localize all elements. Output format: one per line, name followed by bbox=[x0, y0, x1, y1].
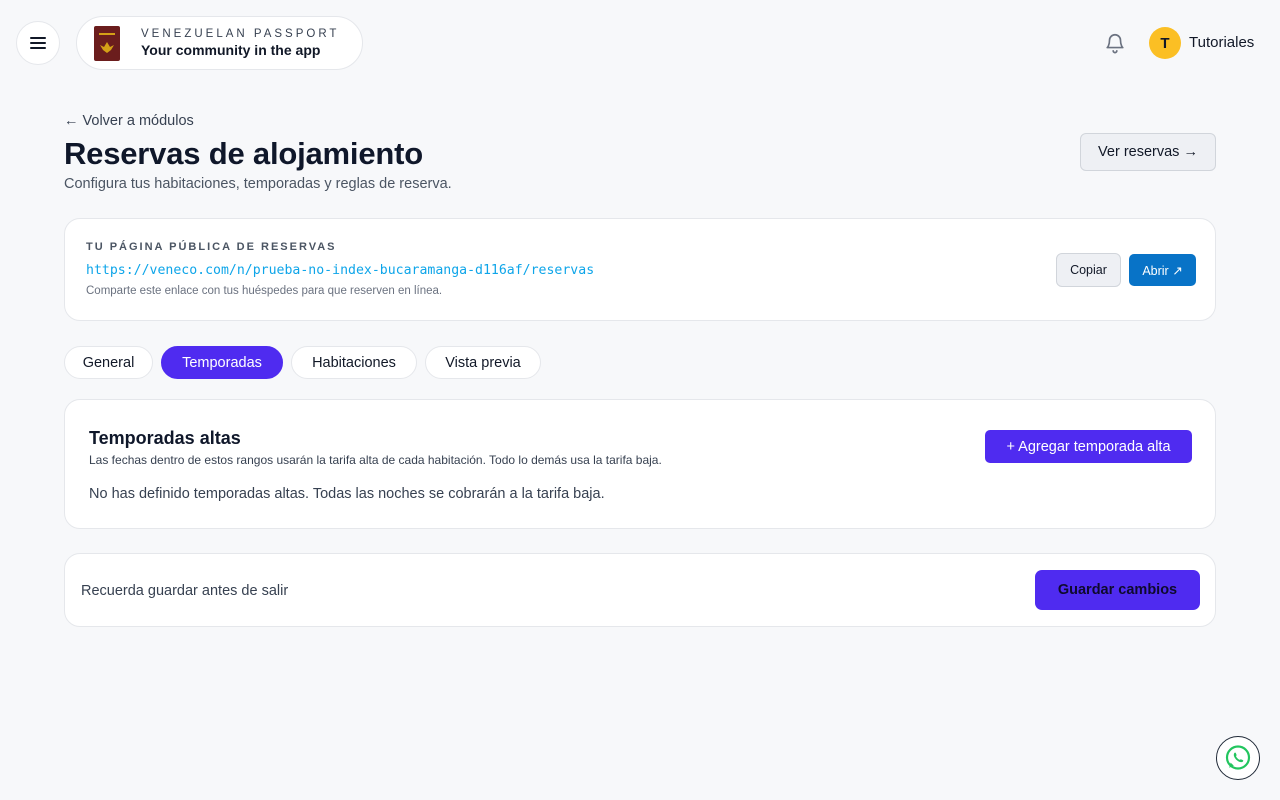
user-name[interactable]: Tutoriales bbox=[1189, 34, 1254, 51]
page-title: Reservas de alojamiento bbox=[64, 136, 423, 171]
save-hint: Recuerda guardar antes de salir bbox=[81, 583, 289, 599]
brand-pill[interactable]: VENEZUELAN PASSPORT Your community in th… bbox=[76, 16, 363, 70]
high-seasons-empty-message: No has definido temporadas altas. Todas … bbox=[89, 486, 605, 502]
save-button[interactable]: Guardar cambios bbox=[1035, 570, 1200, 610]
tab-habitaciones[interactable]: Habitaciones bbox=[291, 346, 417, 379]
copy-button[interactable]: Copiar bbox=[1056, 253, 1121, 287]
passport-logo bbox=[94, 25, 120, 61]
public-page-hint: Comparte este enlace con tus huéspedes p… bbox=[86, 285, 443, 297]
open-button[interactable]: Abrir ↗ bbox=[1129, 254, 1196, 286]
ver-reservas-button[interactable]: Ver reservas → bbox=[1080, 133, 1216, 171]
high-seasons-description: Las fechas dentro de estos rangos usarán… bbox=[89, 453, 662, 467]
whatsapp-icon bbox=[1225, 745, 1251, 770]
tab-temporadas[interactable]: Temporadas bbox=[161, 346, 283, 379]
public-page-url[interactable]: https://veneco.com/n/prueba-no-index-buc… bbox=[86, 263, 594, 278]
brand-kicker: VENEZUELAN PASSPORT bbox=[141, 28, 340, 40]
public-page-label: TU PÁGINA PÚBLICA DE RESERVAS bbox=[86, 241, 337, 253]
brand-subtitle: Your community in the app bbox=[141, 42, 321, 58]
top-bar: VENEZUELAN PASSPORT Your community in th… bbox=[0, 0, 1280, 86]
add-high-season-button[interactable]: + Agregar temporada alta bbox=[985, 430, 1192, 463]
high-seasons-title: Temporadas altas bbox=[89, 428, 241, 448]
menu-button[interactable] bbox=[16, 21, 60, 65]
save-bar: Recuerda guardar antes de salir Guardar … bbox=[64, 553, 1216, 627]
hamburger-menu-icon bbox=[30, 37, 46, 49]
whatsapp-button[interactable] bbox=[1216, 736, 1260, 780]
tab-general[interactable]: General bbox=[64, 346, 153, 379]
back-link[interactable]: ← Volver a módulos bbox=[64, 113, 194, 129]
high-seasons-card: Temporadas altas Las fechas dentro de es… bbox=[64, 399, 1216, 529]
bell-icon[interactable] bbox=[1104, 32, 1126, 54]
tab-vista-previa[interactable]: Vista previa bbox=[425, 346, 541, 379]
avatar[interactable]: T bbox=[1149, 27, 1181, 59]
page-subtitle: Configura tus habitaciones, temporadas y… bbox=[64, 176, 452, 192]
public-page-card: TU PÁGINA PÚBLICA DE RESERVAS https://ve… bbox=[64, 218, 1216, 321]
